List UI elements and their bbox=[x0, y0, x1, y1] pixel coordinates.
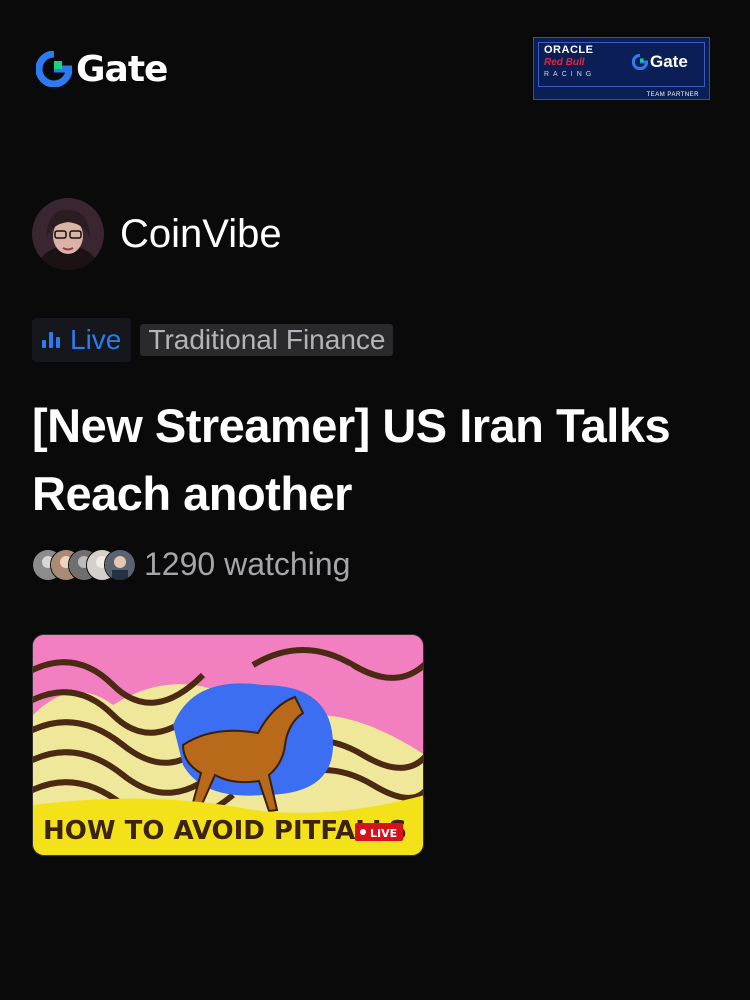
streamer-avatar[interactable] bbox=[32, 198, 104, 270]
partner-gate-logo: Gate bbox=[632, 52, 688, 72]
partner-redbull-text: Red Bull bbox=[544, 57, 585, 68]
watching-count: 1290 watching bbox=[144, 546, 351, 582]
stream-thumbnail[interactable]: HOW TO AVOID PITFALLS LIVE bbox=[32, 634, 424, 856]
gate-logo-text: Gate bbox=[76, 48, 168, 90]
partner-gate-text: Gate bbox=[650, 52, 688, 71]
viewer-avatar bbox=[104, 548, 136, 581]
live-bars-icon bbox=[42, 332, 60, 348]
partner-gate-icon bbox=[632, 54, 648, 70]
live-tag-label: Live bbox=[70, 324, 122, 355]
thumbnail-artwork: HOW TO AVOID PITFALLS LIVE bbox=[33, 635, 423, 855]
streamer-name[interactable]: CoinVibe bbox=[120, 212, 282, 257]
live-tag[interactable]: Live bbox=[32, 318, 132, 362]
stream-title[interactable]: [New Streamer] US Iran Talks Reach anoth… bbox=[32, 392, 732, 528]
partner-oracle-text: ORACLE bbox=[544, 44, 594, 56]
stream-tags: Live Traditional Finance bbox=[32, 318, 394, 362]
thumbnail-live-badge: LIVE bbox=[370, 827, 397, 840]
streamer-avatar-image bbox=[32, 198, 104, 270]
viewer-count: 1290 watching bbox=[32, 546, 350, 583]
streamer-profile[interactable]: CoinVibe bbox=[32, 198, 282, 270]
gate-logo[interactable]: Gate bbox=[36, 48, 168, 90]
partner-racing-text: RACING bbox=[544, 71, 596, 78]
gate-logo-icon bbox=[36, 51, 72, 87]
viewer-avatars bbox=[32, 548, 136, 581]
thumbnail-caption: HOW TO AVOID PITFALLS bbox=[43, 816, 407, 846]
partner-footer-text: TEAM PARTNER bbox=[646, 92, 699, 98]
partner-badge[interactable]: ORACLE Red Bull RACING Gate TEAM PARTNER bbox=[533, 37, 710, 100]
category-tag[interactable]: Traditional Finance bbox=[140, 324, 394, 356]
